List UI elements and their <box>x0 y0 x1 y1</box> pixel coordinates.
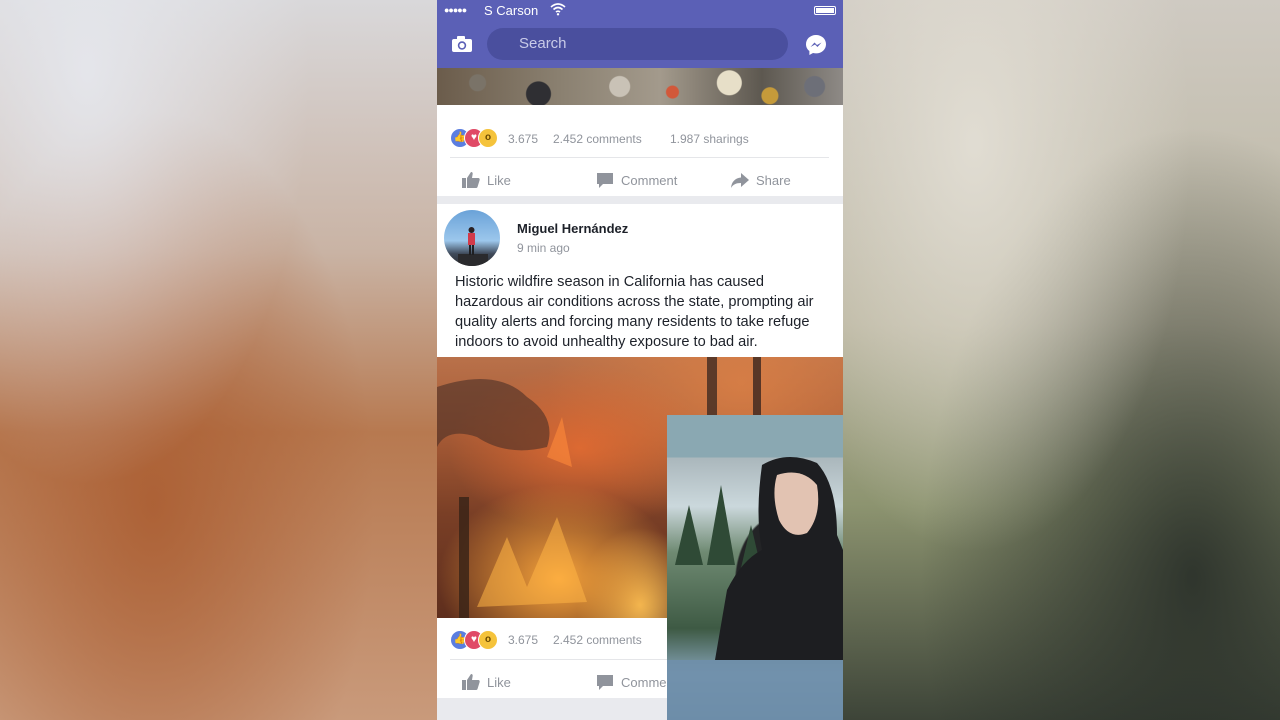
status-bar: ●●●●● S Carson <box>437 0 843 22</box>
thumbs-up-icon <box>462 172 480 188</box>
comment-icon <box>597 675 613 690</box>
carrier-name: S Carson <box>484 3 539 18</box>
avatar[interactable] <box>444 210 500 266</box>
author-name[interactable]: Miguel Hernández <box>517 221 628 236</box>
share-label: Share <box>756 173 791 188</box>
post-text: Historic wildfire season in California h… <box>455 274 814 350</box>
thumbs-up-icon <box>462 674 480 690</box>
signal-strength-icon: ●●●●● <box>444 5 467 15</box>
post-card: 👍 ♥ o 3.675 2.452 comments 1.987 sharing… <box>437 105 843 196</box>
messenger-icon[interactable] <box>804 33 828 62</box>
wifi-icon <box>550 2 566 19</box>
search-input[interactable]: Search <box>487 28 788 60</box>
post-image-garbage[interactable] <box>437 68 843 105</box>
pip-person-silhouette <box>667 456 843 720</box>
comment-count[interactable]: 2.452 comments <box>553 132 642 146</box>
camera-icon[interactable] <box>451 35 473 58</box>
blurred-background-left <box>0 0 437 720</box>
reaction-count[interactable]: 3.675 <box>508 132 538 146</box>
wow-reaction-icon: o <box>478 630 498 650</box>
reaction-count[interactable]: 3.675 <box>508 633 538 647</box>
like-label: Like <box>487 173 511 188</box>
wow-reaction-icon: o <box>478 128 498 148</box>
post-timestamp[interactable]: 9 min ago <box>517 241 570 255</box>
like-label: Like <box>487 675 511 690</box>
blurred-background-right <box>843 0 1280 720</box>
share-count[interactable]: 1.987 sharings <box>670 132 749 146</box>
battery-icon <box>814 6 836 15</box>
comment-label: Comment <box>621 173 678 188</box>
comment-label: Comme <box>621 675 667 690</box>
share-arrow-icon <box>731 173 749 188</box>
top-nav-bar: Search <box>437 22 843 68</box>
comment-count[interactable]: 2.452 comments <box>553 633 642 647</box>
divider <box>450 157 829 158</box>
comment-icon <box>597 173 613 188</box>
pip-video-overlay[interactable] <box>667 415 843 720</box>
